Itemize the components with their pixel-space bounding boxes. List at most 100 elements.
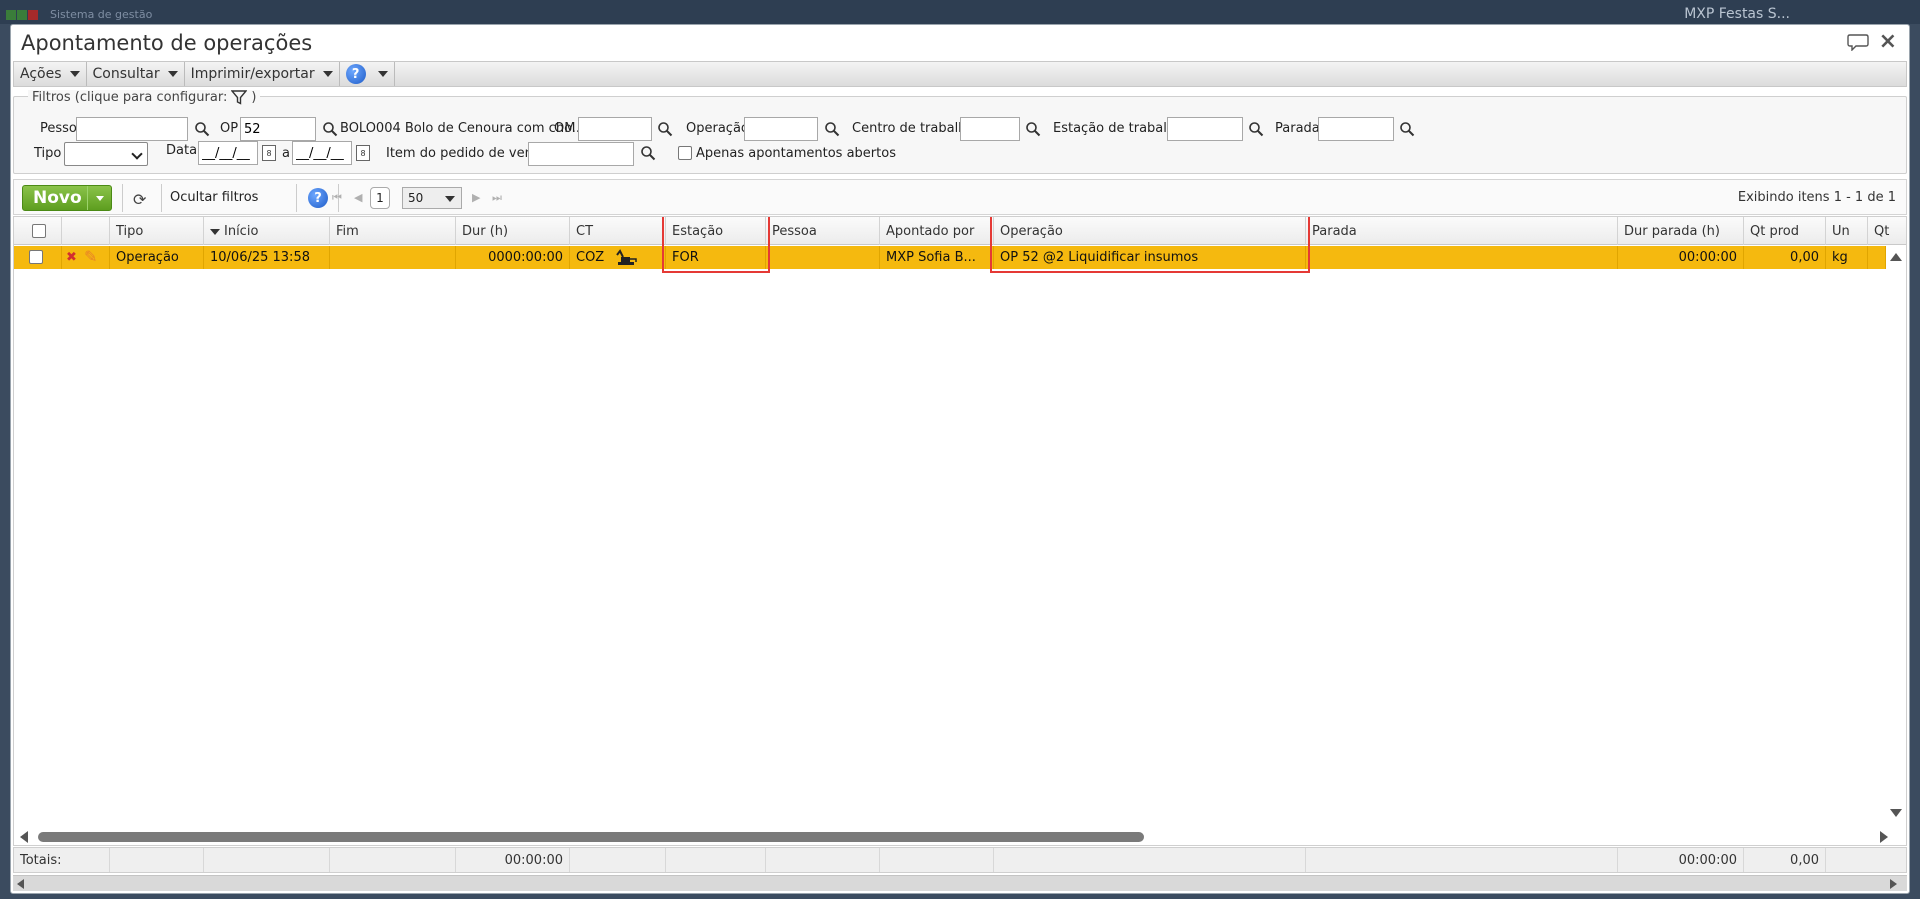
next-page-icon[interactable]: ▶ xyxy=(472,191,480,204)
column-estacao[interactable]: Estação xyxy=(666,217,766,245)
column-inicio-label: Início xyxy=(224,224,259,239)
centro-label: Centro de trabalho xyxy=(852,121,975,136)
scroll-down-arrow[interactable] xyxy=(1890,809,1902,817)
page-number-input[interactable]: 1 xyxy=(370,187,390,209)
op-description: BOLO004 Bolo de Cenoura com cho... xyxy=(340,121,585,136)
chevron-down-icon xyxy=(131,148,143,160)
tipo-select[interactable] xyxy=(64,142,148,166)
scroll-right-arrow[interactable] xyxy=(1880,831,1888,843)
search-icon[interactable] xyxy=(322,121,338,137)
column-parada[interactable]: Parada xyxy=(1306,217,1618,245)
cell-estacao: FOR xyxy=(666,246,766,269)
search-icon[interactable] xyxy=(824,121,840,137)
totals-row: Totais: 00:00:00 00:00:00 0,00 xyxy=(13,847,1907,873)
window-title: Apontamento de operações xyxy=(21,31,313,55)
filters-legend[interactable]: Filtros (clique para configurar: ) xyxy=(28,90,261,105)
scrollbar-thumb[interactable] xyxy=(38,832,1144,842)
data-label: Data xyxy=(166,143,198,158)
calendar-icon[interactable]: 8 xyxy=(262,145,276,161)
cell-qt xyxy=(1868,246,1886,269)
pessoa-input[interactable] xyxy=(76,117,188,141)
help-icon[interactable]: ? xyxy=(308,188,328,208)
estacao-label: Estação de trabalho xyxy=(1053,121,1184,136)
column-qt[interactable]: Qt xyxy=(1868,217,1906,245)
column-qt-prod[interactable]: Qt prod xyxy=(1744,217,1826,245)
op-input[interactable] xyxy=(240,117,316,141)
hide-filters-button[interactable]: Ocultar filtros xyxy=(170,190,258,205)
scroll-right-arrow[interactable] xyxy=(1890,879,1897,889)
first-page-icon[interactable]: ⏮ xyxy=(332,191,342,205)
scroll-left-arrow[interactable] xyxy=(17,879,24,889)
search-icon[interactable] xyxy=(194,121,210,137)
page-size-value: 50 xyxy=(408,191,424,205)
column-dur-parada[interactable]: Dur parada (h) xyxy=(1618,217,1744,245)
estacao-input[interactable] xyxy=(1167,117,1243,141)
search-icon[interactable] xyxy=(1399,121,1415,137)
close-icon[interactable]: × xyxy=(1879,31,1897,53)
menu-print-export[interactable]: Imprimir/exportar xyxy=(185,62,340,86)
chevron-down-icon xyxy=(445,196,455,202)
menu-actions[interactable]: Ações xyxy=(14,62,87,86)
last-page-icon[interactable]: ⏭ xyxy=(492,191,502,205)
column-un[interactable]: Un xyxy=(1826,217,1868,245)
row-checkbox[interactable] xyxy=(29,250,43,264)
row-actions-cell: ✖ ✎ xyxy=(62,246,110,269)
column-operacao[interactable]: Operação xyxy=(994,217,1306,245)
tipo-label: Tipo xyxy=(34,146,62,161)
search-icon[interactable] xyxy=(1025,121,1041,137)
totals-cell xyxy=(204,848,330,872)
chevron-down-icon xyxy=(322,71,333,77)
om-label: OM xyxy=(554,121,576,136)
operacao-input[interactable] xyxy=(744,117,818,141)
column-ct[interactable]: CT xyxy=(570,217,666,245)
search-icon[interactable] xyxy=(640,145,656,161)
edit-pencil-icon[interactable]: ✎ xyxy=(84,247,97,266)
scroll-left-arrow[interactable] xyxy=(20,831,28,843)
filter-icon[interactable] xyxy=(231,90,248,105)
menubar: Ações Consultar Imprimir/exportar ? xyxy=(13,61,1907,87)
open-only-checkbox[interactable] xyxy=(678,146,692,160)
cell-ct-value: COZ xyxy=(576,250,605,265)
date-from-input[interactable] xyxy=(198,141,258,165)
page-size-select[interactable]: 50 xyxy=(402,187,462,209)
cell-ct: COZ xyxy=(570,246,666,269)
item-pedido-label: Item do pedido de venda xyxy=(386,146,550,161)
column-inicio[interactable]: Início xyxy=(204,217,330,245)
totals-cell xyxy=(570,848,666,872)
calendar-icon[interactable]: 8 xyxy=(356,145,370,161)
cell-un: kg xyxy=(1826,246,1868,269)
filters-legend-end: ) xyxy=(251,90,257,105)
search-icon[interactable] xyxy=(657,121,673,137)
totals-qt-prod: 0,00 xyxy=(1744,848,1826,872)
centro-input[interactable] xyxy=(960,117,1020,141)
column-apontado-por[interactable]: Apontado por xyxy=(880,217,994,245)
om-input[interactable] xyxy=(578,117,652,141)
menu-consult[interactable]: Consultar xyxy=(87,62,185,86)
window-horizontal-scrollbar[interactable] xyxy=(13,875,1907,891)
delete-icon[interactable]: ✖ xyxy=(66,250,77,265)
parada-input[interactable] xyxy=(1318,117,1394,141)
table-row[interactable]: ✖ ✎ Operação 10/06/25 13:58 0000:00:00 C… xyxy=(14,246,1886,269)
column-select-all[interactable] xyxy=(14,217,62,245)
chevron-down-icon xyxy=(377,71,388,77)
column-pessoa[interactable]: Pessoa xyxy=(766,217,880,245)
menu-help[interactable]: ? xyxy=(340,62,395,86)
column-dur[interactable]: Dur (h) xyxy=(456,217,570,245)
new-button[interactable]: Novo xyxy=(22,185,112,211)
date-to-input[interactable] xyxy=(292,141,352,165)
item-pedido-input[interactable] xyxy=(528,142,634,166)
column-tipo[interactable]: Tipo xyxy=(110,217,204,245)
refresh-icon[interactable]: ⟳ xyxy=(133,190,146,209)
scroll-up-arrow[interactable] xyxy=(1890,253,1902,261)
totals-cell xyxy=(110,848,204,872)
select-all-checkbox[interactable] xyxy=(32,224,46,238)
previous-page-icon[interactable]: ◀ xyxy=(354,191,362,204)
search-icon[interactable] xyxy=(1248,121,1264,137)
chevron-down-icon xyxy=(95,195,104,201)
cell-inicio: 10/06/25 13:58 xyxy=(204,246,330,269)
chat-icon[interactable] xyxy=(1847,33,1869,51)
new-dropdown-button[interactable] xyxy=(87,186,111,210)
column-fim[interactable]: Fim xyxy=(330,217,456,245)
horizontal-scrollbar[interactable] xyxy=(14,827,1906,845)
totals-dur-parada: 00:00:00 xyxy=(1618,848,1744,872)
